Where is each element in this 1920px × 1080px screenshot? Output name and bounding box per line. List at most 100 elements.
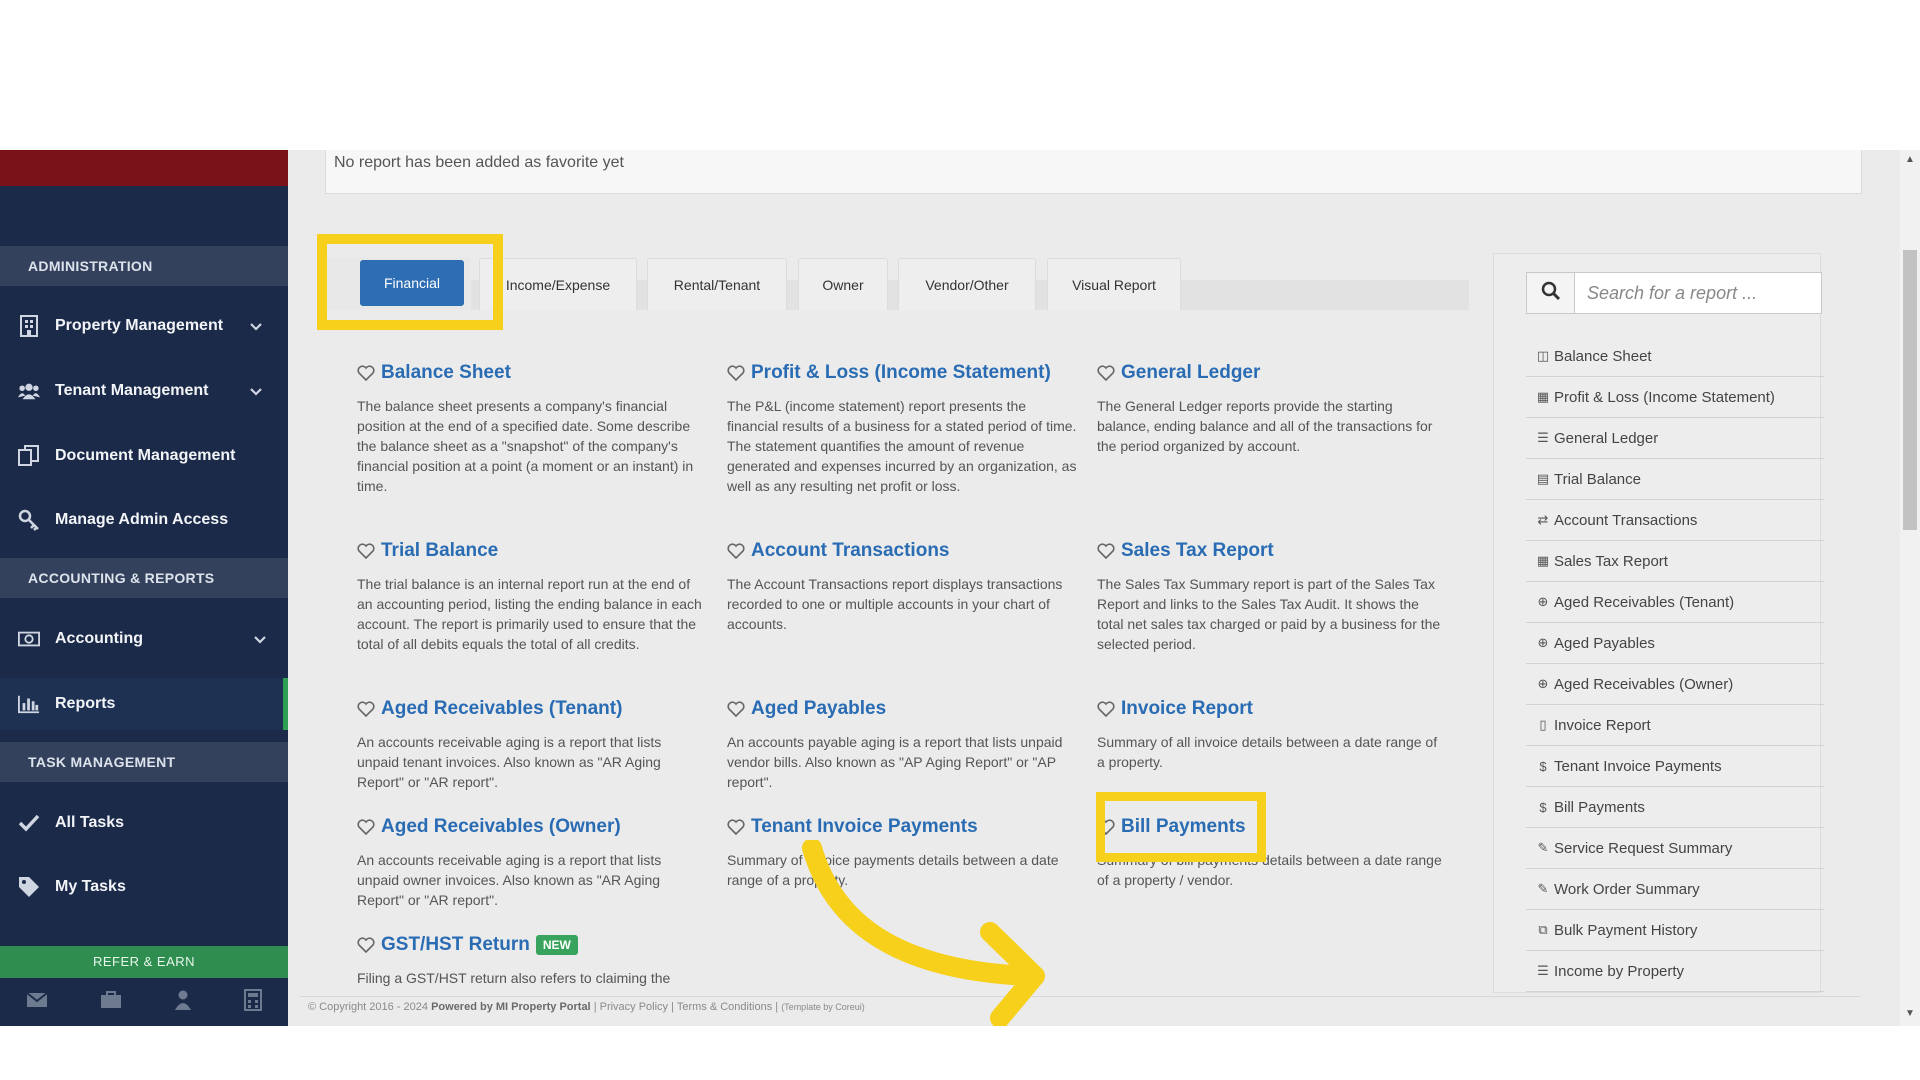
quick-report-item[interactable]: ⊕ Aged Receivables (Owner) xyxy=(1526,664,1824,705)
quick-report-item[interactable]: ▤ Trial Balance xyxy=(1526,459,1824,500)
quick-report-item[interactable]: ⇄ Account Transactions xyxy=(1526,500,1824,541)
report-title-link[interactable]: General Ledger xyxy=(1097,362,1447,384)
heart-icon[interactable] xyxy=(357,701,375,717)
users-icon xyxy=(18,380,40,402)
report-card: Invoice Report Summary of all invoice de… xyxy=(1097,698,1447,772)
report-title-link[interactable]: Tenant Invoice Payments xyxy=(727,816,1077,838)
report-card: Aged Receivables (Owner) An accounts rec… xyxy=(357,816,707,910)
footer-powered-link[interactable]: Powered by MI Property Portal xyxy=(431,1001,591,1013)
report-title-link[interactable]: GST/HST Return NEW xyxy=(357,934,707,956)
scrollbar-thumb[interactable] xyxy=(1903,250,1917,530)
heart-icon[interactable] xyxy=(1097,701,1115,717)
sidebar-item-label: Reports xyxy=(55,695,116,712)
sidebar: ADMINISTRATION Property Management Tenan… xyxy=(0,150,288,1026)
report-type-icon: ⊕ xyxy=(1537,635,1549,650)
report-description: An accounts payable aging is a report th… xyxy=(727,734,1063,790)
quick-report-item[interactable]: ⧉ Bulk Payment History xyxy=(1526,910,1824,951)
footer-links[interactable]: | Privacy Policy | Terms & Conditions | xyxy=(594,1001,778,1013)
app-window: ADMINISTRATION Property Management Tenan… xyxy=(0,150,1920,1026)
sidebar-item-reports[interactable]: Reports xyxy=(0,678,288,730)
quick-report-item[interactable]: ✎ Service Request Summary xyxy=(1526,828,1824,869)
report-card: Profit & Loss (Income Statement) The P&L… xyxy=(727,362,1077,496)
quick-report-label: Aged Receivables (Tenant) xyxy=(1554,593,1735,611)
quick-report-item[interactable]: ▯ Invoice Report xyxy=(1526,705,1824,746)
quick-report-label: Sales Tax Report xyxy=(1554,552,1668,570)
scroll-down-icon[interactable]: ▼ xyxy=(1905,1008,1915,1019)
quick-report-item[interactable]: $ Bill Payments xyxy=(1526,787,1824,828)
quick-report-label: Work Order Summary xyxy=(1554,880,1700,898)
sidebar-item-document-management[interactable]: Document Management xyxy=(0,430,288,482)
report-card: GST/HST Return NEW Filing a GST/HST retur… xyxy=(357,934,707,988)
quick-report-label: Balance Sheet xyxy=(1554,347,1652,365)
mail-icon[interactable] xyxy=(26,991,48,1013)
report-search xyxy=(1526,272,1822,314)
user-icon[interactable] xyxy=(174,990,192,1015)
refer-and-earn-button[interactable]: REFER & EARN xyxy=(0,946,288,978)
tab-vendor-other[interactable]: Vendor/Other xyxy=(898,258,1036,310)
heart-icon[interactable] xyxy=(357,365,375,381)
quick-report-item[interactable]: ⊕ Aged Payables xyxy=(1526,623,1824,664)
sidebar-item-tenant-management[interactable]: Tenant Management xyxy=(0,365,288,417)
new-badge: NEW xyxy=(535,935,578,955)
search-button[interactable] xyxy=(1527,273,1575,313)
report-description: Filing a GST/HST return also refers to c… xyxy=(357,970,671,986)
heart-icon[interactable] xyxy=(727,543,745,559)
sidebar-bottom-bar xyxy=(0,978,288,1026)
quick-report-item[interactable]: ▦ Profit & Loss (Income Statement) xyxy=(1526,377,1824,418)
quick-report-item[interactable]: ☰ Income by Property xyxy=(1526,951,1824,992)
report-type-icon: ⇄ xyxy=(1537,512,1549,527)
report-title-link[interactable]: Trial Balance xyxy=(357,540,707,562)
report-description: The Account Transactions report displays… xyxy=(727,576,1063,632)
sidebar-item-label: My Tasks xyxy=(55,878,126,895)
sidebar-item-label: Document Management xyxy=(55,447,236,464)
report-type-icon: ▦ xyxy=(1536,389,1550,404)
sidebar-item-label: Tenant Management xyxy=(55,382,209,399)
quick-report-label: Tenant Invoice Payments xyxy=(1554,757,1722,775)
sidebar-item-my-tasks[interactable]: My Tasks xyxy=(0,861,288,913)
quick-report-item[interactable]: ▦ Sales Tax Report xyxy=(1526,541,1824,582)
report-title-link[interactable]: Aged Receivables (Owner) xyxy=(357,816,707,838)
quick-report-label: Service Request Summary xyxy=(1554,839,1733,857)
quick-report-item[interactable]: ☰ General Ledger xyxy=(1526,418,1824,459)
search-input[interactable] xyxy=(1575,273,1821,313)
sidebar-item-property-management[interactable]: Property Management xyxy=(0,300,288,352)
heart-icon[interactable] xyxy=(357,819,375,835)
footer: © Copyright 2016 - 2024 Powered by MI Pr… xyxy=(300,996,1860,1026)
heart-icon[interactable] xyxy=(727,365,745,381)
quick-report-label: Aged Payables xyxy=(1554,634,1655,652)
report-card: Balance Sheet The balance sheet presents… xyxy=(357,362,707,496)
heart-icon[interactable] xyxy=(727,819,745,835)
report-title-link[interactable]: Profit & Loss (Income Statement) xyxy=(727,362,1077,384)
calculator-icon[interactable] xyxy=(244,988,262,1016)
sidebar-item-all-tasks[interactable]: All Tasks xyxy=(0,797,288,849)
report-title-link[interactable]: Account Transactions xyxy=(727,540,1077,562)
heart-icon[interactable] xyxy=(727,701,745,717)
vertical-scrollbar[interactable]: ▲ ▼ xyxy=(1900,150,1920,1026)
highlight-bill-payments xyxy=(1096,792,1266,862)
sidebar-item-manage-admin-access[interactable]: Manage Admin Access xyxy=(0,494,288,546)
tab-owner[interactable]: Owner xyxy=(798,258,888,310)
quick-report-item[interactable]: ✎ Work Order Summary xyxy=(1526,869,1824,910)
quick-report-item[interactable]: $ Tenant Invoice Payments xyxy=(1526,746,1824,787)
briefcase-icon[interactable] xyxy=(100,990,122,1014)
tab-rental-tenant[interactable]: Rental/Tenant xyxy=(647,258,787,310)
heart-icon[interactable] xyxy=(357,543,375,559)
check-icon xyxy=(18,812,40,834)
report-title-link[interactable]: Aged Payables xyxy=(727,698,1077,720)
report-title-link[interactable]: Balance Sheet xyxy=(357,362,707,384)
quick-report-item[interactable]: ⊕ Aged Receivables (Tenant) xyxy=(1526,582,1824,623)
heart-icon[interactable] xyxy=(1097,365,1115,381)
tab-visual-report[interactable]: Visual Report xyxy=(1047,258,1181,310)
report-title-link[interactable]: Invoice Report xyxy=(1097,698,1447,720)
quick-report-label: Invoice Report xyxy=(1554,716,1651,734)
report-type-icon: ✎ xyxy=(1537,881,1549,896)
heart-icon[interactable] xyxy=(1097,543,1115,559)
report-card: Trial Balance The trial balance is an in… xyxy=(357,540,707,654)
quick-report-item[interactable]: ◫ Balance Sheet xyxy=(1526,336,1824,377)
scroll-up-icon[interactable]: ▲ xyxy=(1905,154,1915,165)
sidebar-item-accounting[interactable]: Accounting xyxy=(0,613,288,665)
report-type-icon: ⊕ xyxy=(1537,676,1549,691)
report-title-link[interactable]: Aged Receivables (Tenant) xyxy=(357,698,707,720)
heart-icon[interactable] xyxy=(357,937,375,953)
report-title-link[interactable]: Sales Tax Report xyxy=(1097,540,1447,562)
